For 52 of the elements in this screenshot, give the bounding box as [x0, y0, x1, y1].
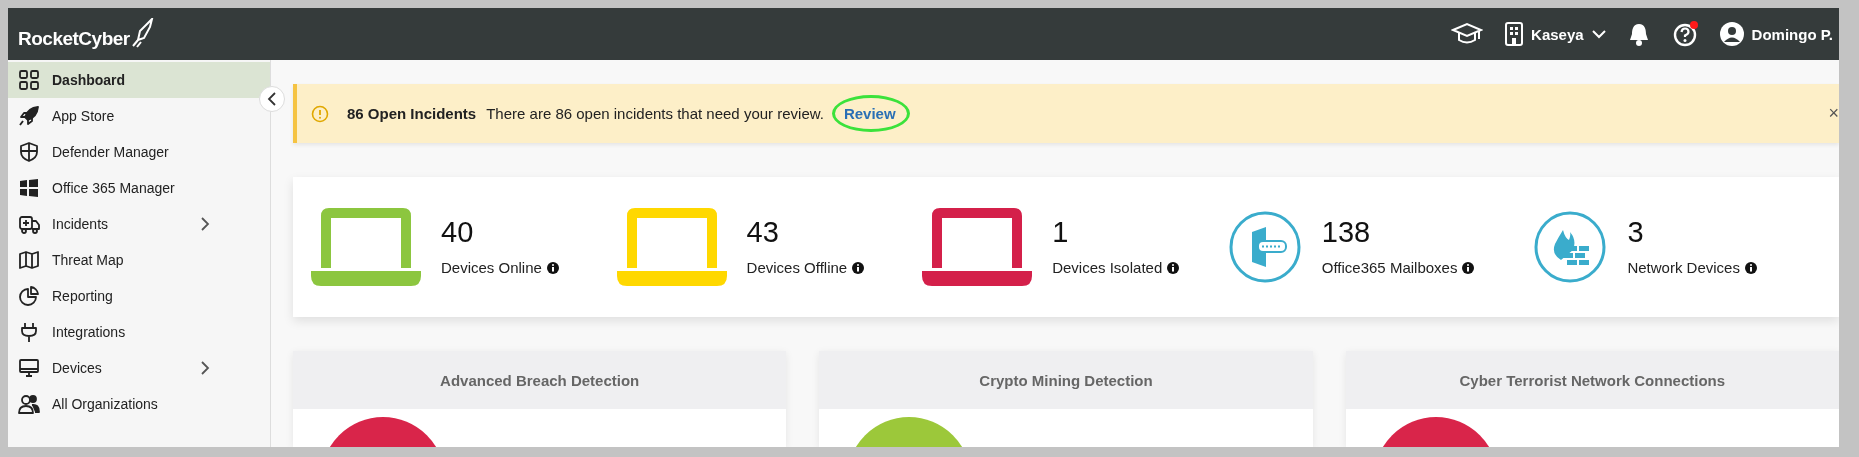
sidebar-item[interactable]: Reporting — [8, 278, 270, 314]
alert-title: 86 Open Incidents — [347, 105, 477, 122]
stat-label: Network Devices — [1627, 259, 1740, 276]
stat-value: 3 — [1627, 218, 1645, 247]
plug-icon — [18, 321, 40, 343]
review-link[interactable]: Review — [841, 105, 898, 122]
stat-label: Devices Online — [441, 259, 542, 276]
pie-chart-icon — [18, 285, 40, 307]
card-title: Cyber Terrorist Network Connections — [1345, 351, 1839, 409]
logo-text: RocketCyber — [18, 28, 130, 50]
users-icon — [18, 393, 40, 415]
stat-value: 138 — [1321, 218, 1372, 247]
rocket-icon — [18, 105, 40, 127]
shield-icon — [18, 141, 40, 163]
info-icon[interactable] — [1167, 261, 1180, 274]
sidebar-item[interactable]: Dashboard — [8, 62, 270, 98]
sidebar-item[interactable]: Integrations — [8, 314, 270, 350]
stat-value: 1 — [1052, 218, 1070, 247]
chevron-down-icon — [1591, 29, 1606, 39]
stat-label: Office365 Mailboxes — [1321, 259, 1458, 276]
warning-icon — [311, 104, 329, 123]
sidebar-item[interactable]: App Store — [8, 98, 270, 134]
monitor-icon — [18, 357, 40, 379]
info-icon[interactable] — [1462, 261, 1475, 274]
stat-value: 43 — [746, 218, 780, 247]
grid-icon — [18, 69, 40, 91]
card-title: Advanced Breach Detection — [293, 351, 787, 409]
info-icon[interactable] — [1744, 261, 1757, 274]
sidebar-item[interactable]: Incidents — [8, 206, 270, 242]
stat-label: Devices Offline — [746, 259, 848, 276]
stat-label: Devices Isolated — [1052, 259, 1163, 276]
info-icon[interactable] — [546, 261, 559, 274]
info-icon[interactable] — [852, 261, 865, 274]
stat-value: 40 — [441, 218, 475, 247]
ambulance-icon — [18, 213, 40, 235]
sidebar-item[interactable]: Office 365 Manager — [8, 170, 270, 206]
alert-message: There are 86 open incidents that need your review. — [486, 105, 824, 122]
user-menu[interactable]: Domingo P. — [1719, 22, 1833, 46]
windows-logo-icon — [18, 177, 40, 199]
chevron-left-icon — [267, 92, 277, 106]
organization-dropdown[interactable]: Kaseya — [1505, 22, 1606, 46]
sidebar-item[interactable]: Threat Map — [8, 242, 270, 278]
sidebar-item[interactable]: Defender Manager — [8, 134, 270, 170]
user-avatar-icon — [1719, 22, 1744, 46]
building-icon — [1505, 22, 1524, 46]
bell-icon[interactable] — [1627, 22, 1650, 46]
close-button[interactable]: × — [1824, 103, 1839, 124]
map-icon — [18, 249, 40, 271]
sidebar-item[interactable]: All Organizations — [8, 386, 270, 422]
sidebar-item[interactable]: Devices — [8, 350, 270, 386]
card-title: Crypto Mining Detection — [819, 351, 1313, 409]
help-icon[interactable] — [1671, 21, 1698, 47]
